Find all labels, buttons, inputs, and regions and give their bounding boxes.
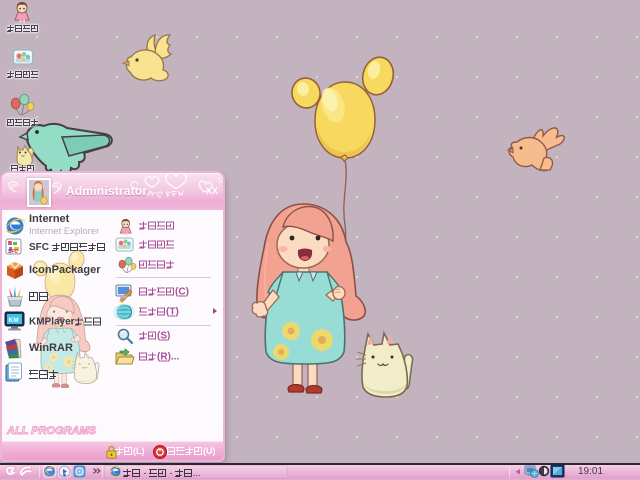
svg-text:SFC: SFC xyxy=(8,249,18,255)
svg-text:KM: KM xyxy=(9,317,19,324)
